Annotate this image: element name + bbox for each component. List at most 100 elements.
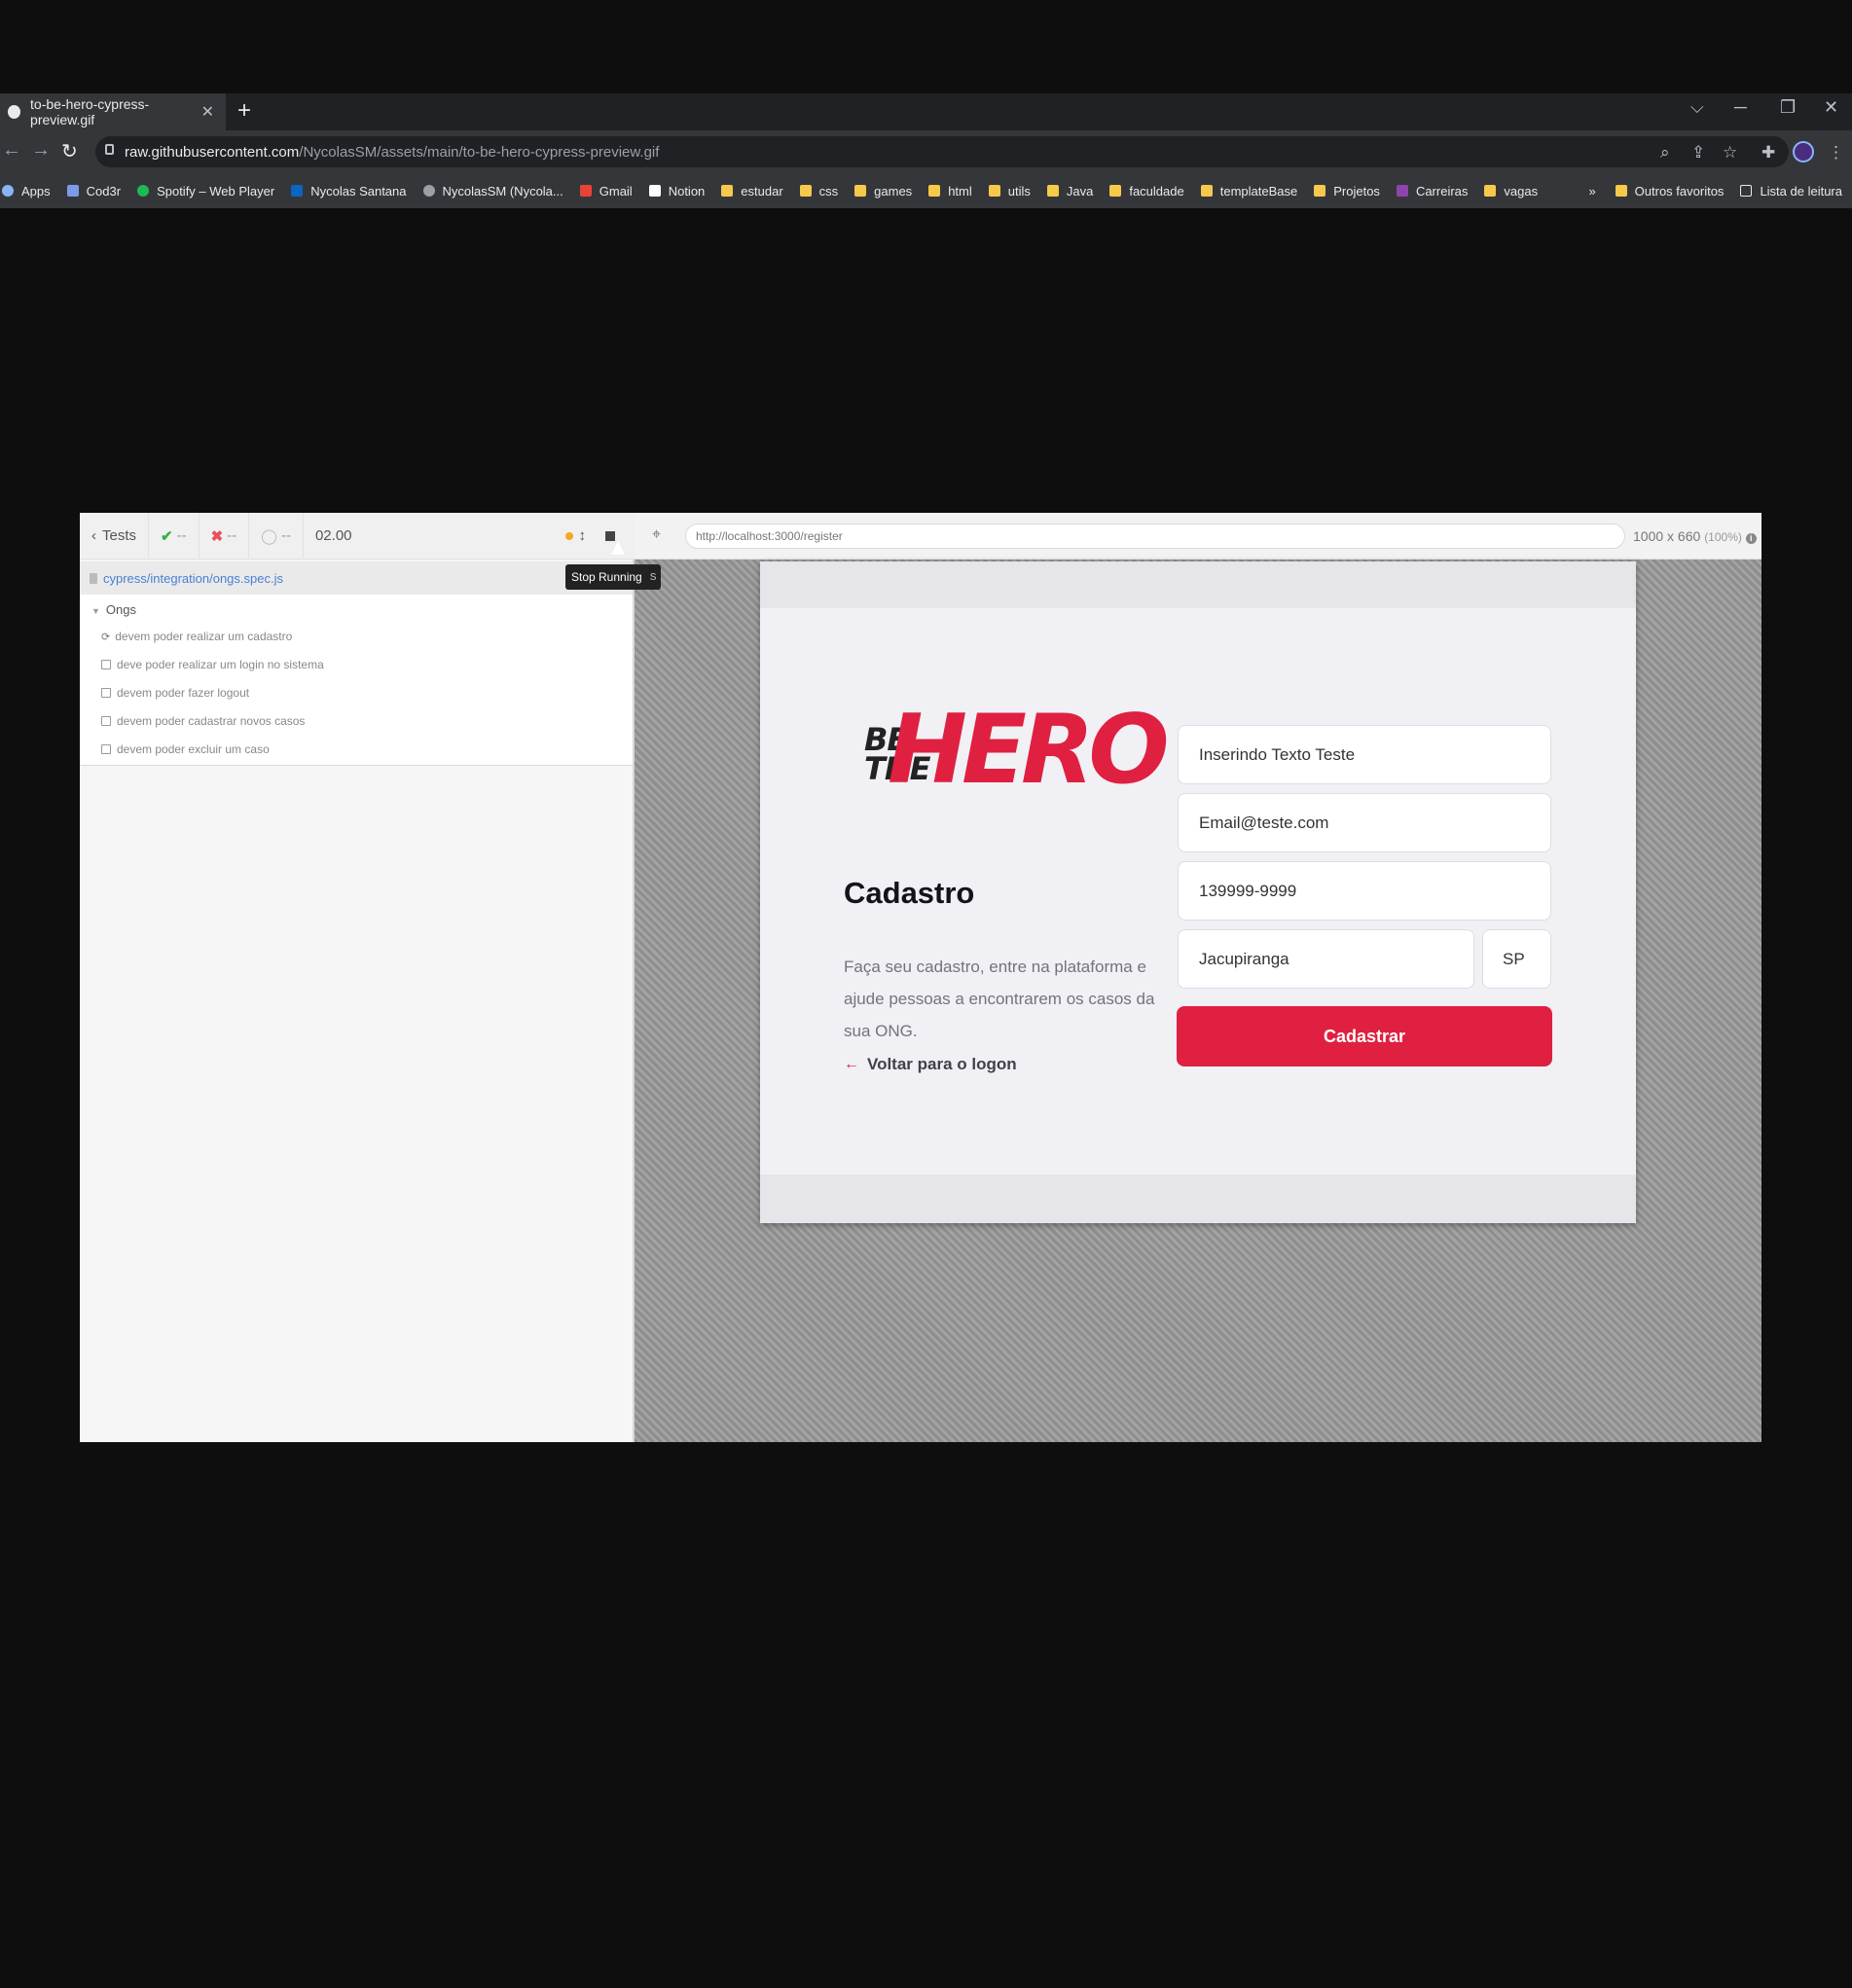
restore-icon[interactable]: ❐ bbox=[1780, 97, 1796, 118]
city-input[interactable]: Jacupiranga bbox=[1178, 929, 1474, 989]
suite-header[interactable]: ▼ Ongs bbox=[91, 602, 136, 617]
spec-file-link[interactable]: cypress/integration/ongs.spec.js bbox=[103, 571, 283, 586]
profile-avatar[interactable] bbox=[1793, 141, 1814, 163]
spotify-icon bbox=[137, 185, 150, 197]
bookmark-item[interactable]: games bbox=[854, 184, 912, 199]
menu-icon[interactable]: ⋮ bbox=[1828, 143, 1844, 163]
auto-scroll-icon[interactable]: ↕ bbox=[579, 527, 587, 544]
bookmark-item[interactable]: Nycolas Santana bbox=[291, 183, 407, 199]
folder-icon bbox=[799, 185, 812, 197]
viewport-info[interactable]: 1000 x 660 (100%) i bbox=[1633, 528, 1757, 544]
stop-running-tooltip: Stop Running S bbox=[565, 564, 661, 590]
folder-icon bbox=[988, 185, 1000, 197]
running-spinner-icon: ⟳ bbox=[101, 631, 111, 643]
test-item[interactable]: deve poder realizar um login no sistema bbox=[101, 658, 324, 671]
apps-grid-icon bbox=[2, 185, 14, 197]
forward-icon[interactable]: → bbox=[31, 139, 51, 162]
close-window-icon[interactable]: ✕ bbox=[1824, 97, 1838, 118]
test-item[interactable]: devem poder fazer logout bbox=[101, 686, 249, 700]
suite-name: Ongs bbox=[105, 602, 136, 617]
bookmark-item[interactable]: NycolasSM (Nycola... bbox=[422, 184, 563, 199]
bookmark-item[interactable]: Spotify – Web Player bbox=[137, 184, 274, 199]
app-bottom-band bbox=[760, 1175, 1636, 1223]
bookmark-label: Spotify – Web Player bbox=[157, 183, 275, 199]
aut-url-bar: http://localhost:3000/register bbox=[685, 524, 1625, 549]
stop-button[interactable] bbox=[605, 530, 615, 541]
back-to-logon-link[interactable]: ← Voltar para o logon bbox=[844, 1055, 1017, 1074]
folder-icon bbox=[1200, 185, 1213, 197]
github-icon bbox=[422, 185, 435, 197]
spec-file-row[interactable]: cypress/integration/ongs.spec.js bbox=[80, 561, 633, 595]
test-item[interactable]: devem poder excluir um caso bbox=[101, 742, 270, 756]
back-link-label: Voltar para o logon bbox=[867, 1055, 1017, 1073]
duration-value: 02.00 bbox=[314, 527, 352, 544]
bookmark-item[interactable]: Java bbox=[1046, 183, 1094, 199]
bookmark-item[interactable]: Projetos bbox=[1314, 184, 1380, 199]
zoom-icon[interactable]: ⌕ bbox=[1660, 143, 1670, 163]
bookmark-item[interactable]: Carreiras bbox=[1396, 184, 1468, 199]
share-icon[interactable]: ⇪ bbox=[1691, 143, 1705, 163]
file-icon bbox=[90, 572, 97, 584]
tab-title: to-be-hero-cypress-preview.gif bbox=[30, 96, 150, 127]
tests-button[interactable]: ‹ Tests bbox=[80, 512, 150, 560]
extensions-icon[interactable]: ✚ bbox=[1761, 143, 1775, 163]
bookmark-item[interactable]: Gmail bbox=[579, 183, 633, 199]
bookmark-item[interactable]: Notion bbox=[648, 184, 705, 199]
ong-name-input[interactable]: Inserindo Texto Teste bbox=[1178, 725, 1551, 784]
linkedin-icon bbox=[291, 185, 304, 197]
reload-icon[interactable]: ↻ bbox=[61, 139, 78, 163]
bookmark-item[interactable]: html bbox=[928, 184, 972, 199]
new-tab-button[interactable]: + bbox=[237, 97, 251, 125]
close-tab-icon[interactable]: ✕ bbox=[201, 102, 214, 122]
test-item[interactable]: devem poder cadastrar novos casos bbox=[101, 714, 305, 728]
bookmark-label: Apps bbox=[21, 183, 51, 199]
uf-input[interactable]: SP bbox=[1482, 929, 1551, 989]
whatsapp-input[interactable]: 139999-9999 bbox=[1178, 861, 1551, 921]
email-input[interactable]: Email@teste.com bbox=[1178, 793, 1551, 852]
page-description: Faça seu cadastro, entre na plataforma e… bbox=[844, 958, 1155, 1040]
pending-box-icon bbox=[101, 660, 111, 669]
page-title: Cadastro bbox=[844, 876, 975, 910]
minimize-icon[interactable]: ─ bbox=[1734, 97, 1747, 118]
bookmark-label: Java bbox=[1066, 183, 1094, 199]
bookmark-label: Gmail bbox=[599, 183, 633, 199]
bookmark-item[interactable]: estudar bbox=[721, 184, 783, 199]
more-bookmarks-icon[interactable]: » bbox=[1588, 184, 1595, 199]
bookmark-item[interactable]: css bbox=[799, 184, 838, 199]
test-item[interactable]: ⟳ devem poder realizar um cadastro bbox=[101, 630, 292, 643]
bookmark-reading-list[interactable]: Lista de leitura bbox=[1740, 184, 1842, 199]
bookmark-label: Nycolas Santana bbox=[310, 183, 407, 199]
star-icon[interactable]: ☆ bbox=[1723, 143, 1737, 163]
bookmark-item[interactable]: vagas bbox=[1484, 184, 1538, 199]
aut-url: http://localhost:3000/register bbox=[696, 529, 843, 543]
test-title: devem poder fazer logout bbox=[117, 686, 250, 700]
bookmark-other-favorites[interactable]: Outros favoritos bbox=[1615, 183, 1725, 199]
bookmark-item[interactable]: faculdade bbox=[1109, 184, 1184, 199]
notion-icon bbox=[648, 185, 661, 197]
bookmark-label: games bbox=[874, 183, 913, 199]
viewport-zoom: (100%) bbox=[1704, 530, 1742, 544]
bookmark-label: vagas bbox=[1504, 183, 1539, 199]
x-icon: ✖ bbox=[210, 527, 224, 545]
url-path: /NycolasSM/assets/main/to-be-hero-cypres… bbox=[299, 143, 660, 161]
bookmark-item[interactable]: utils bbox=[988, 184, 1031, 199]
selector-playground-icon[interactable]: ⌖ bbox=[652, 526, 661, 544]
bookmark-label: Outros favoritos bbox=[1634, 183, 1725, 199]
bookmark-item[interactable]: Apps bbox=[2, 184, 51, 199]
bookmark-item[interactable]: templateBase bbox=[1200, 183, 1298, 199]
bookmark-label: templateBase bbox=[1219, 183, 1298, 199]
info-icon[interactable]: i bbox=[1745, 533, 1757, 544]
test-suite: ▼ Ongs ⟳ devem poder realizar um cadastro … bbox=[80, 595, 633, 766]
back-icon[interactable]: ← bbox=[2, 139, 21, 162]
register-button[interactable]: Cadastrar bbox=[1177, 1006, 1552, 1066]
browser-tab[interactable]: to-be-hero-cypress-preview.gif ✕ bbox=[0, 93, 226, 130]
tab-search-icon[interactable]: ⌵ bbox=[1690, 97, 1704, 118]
bookmark-item[interactable]: Cod3r bbox=[66, 184, 121, 199]
pending-box-icon bbox=[101, 688, 111, 698]
logo-hero: HERO bbox=[888, 695, 1170, 806]
failed-count: -- bbox=[227, 527, 237, 544]
address-bar[interactable]: raw.githubusercontent.com/NycolasSM/asse… bbox=[95, 136, 1789, 167]
url-host: raw.githubusercontent.com bbox=[125, 143, 300, 161]
pending-stat: ◯ -- bbox=[249, 512, 304, 560]
folder-icon bbox=[928, 185, 941, 197]
